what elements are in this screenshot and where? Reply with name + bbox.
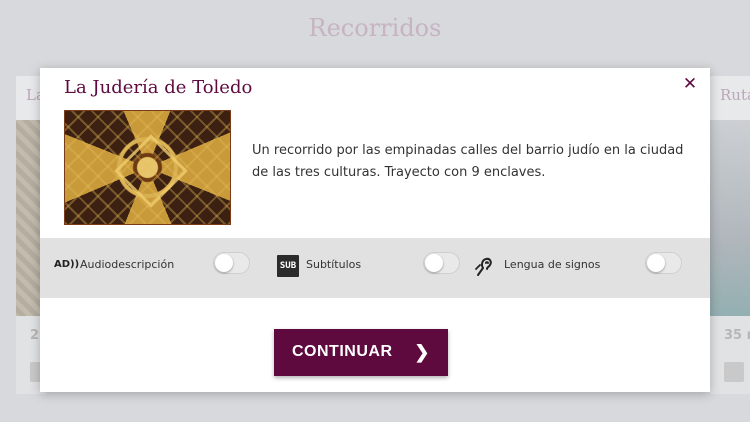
tour-card-right[interactable]: Ruta 35 r: [710, 76, 750, 394]
tour-card-meta: 35 r: [724, 328, 750, 343]
tour-description: Un recorrido por las empinadas calles de…: [252, 143, 684, 180]
option-sign-language: Lengua de signos: [40, 238, 710, 298]
sign-language-toggle[interactable]: [645, 252, 682, 274]
continue-label: CONTINUAR: [292, 343, 393, 360]
subtitles-icon: [724, 362, 744, 382]
continue-button[interactable]: CONTINUAR ❯: [274, 329, 448, 376]
chevron-right-icon: ❯: [414, 342, 430, 362]
option-label: Lengua de signos: [504, 258, 601, 271]
tour-detail-dialog: La Judería de Toledo ✕ Un recorrido por …: [40, 68, 710, 392]
dialog-title: La Judería de Toledo: [64, 77, 253, 98]
close-icon[interactable]: ✕: [682, 76, 698, 93]
page-title: Recorridos: [308, 14, 442, 42]
tour-card-title: Ruta: [720, 86, 750, 104]
sign-language-icon: [474, 255, 494, 277]
toggle-knob: [647, 254, 665, 272]
tour-card-meta: 2: [30, 328, 40, 343]
tour-thumbnail-image: [64, 110, 231, 225]
accessibility-options: AD)) Audiodescripción SUB Subtítulos Len…: [40, 238, 710, 298]
